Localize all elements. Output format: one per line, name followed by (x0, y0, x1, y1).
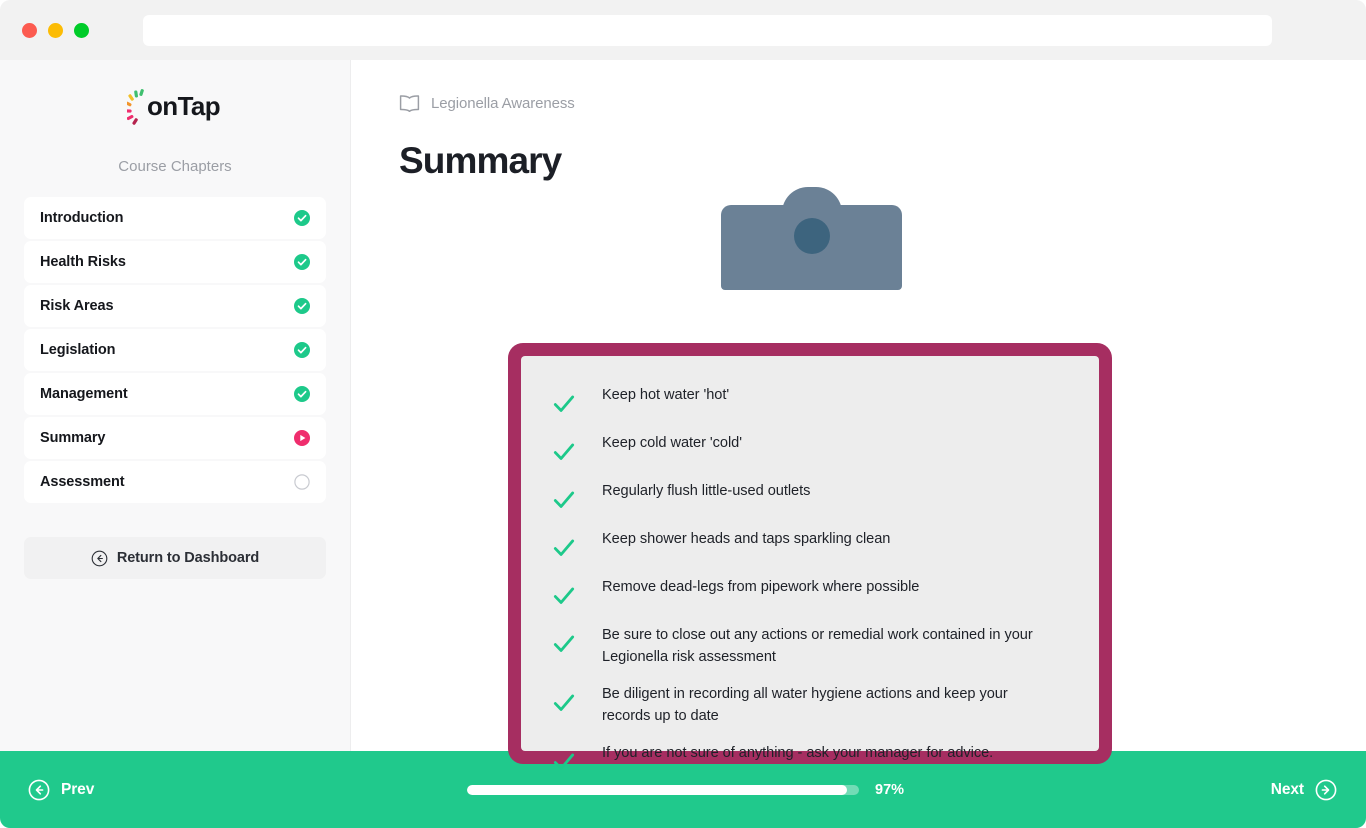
arrow-right-circle-icon (1315, 779, 1337, 800)
checkmark-icon (553, 694, 575, 711)
check-circle-icon (294, 210, 310, 226)
checklist-item: Keep hot water 'hot' (551, 384, 1069, 417)
checklist-item-text: Be diligent in recording all water hygie… (602, 686, 1008, 724)
clipboard-board: Keep hot water 'hot' Keep cold water 'col… (508, 343, 1112, 770)
return-to-dashboard-button[interactable]: Return to Dashboard (24, 537, 326, 579)
checklist-item: Be diligent in recording all water hygie… (551, 683, 1069, 727)
chapter-item-label: Risk Areas (40, 298, 114, 314)
checklist-item-text: Be sure to close out any actions or reme… (602, 627, 1033, 665)
check-circle-icon (294, 254, 310, 270)
checklist-item: Regularly flush little-used outlets (551, 480, 1069, 513)
sidebar: onTap Course Chapters Introduction Health… (0, 60, 350, 751)
close-window-button[interactable] (22, 22, 37, 38)
checklist-item-text: Remove dead-legs from pipework where pos… (602, 579, 920, 595)
progress-indicator: 97% (467, 782, 904, 798)
checkmark-icon (553, 395, 575, 412)
clipboard-illustration: Keep hot water 'hot' Keep cold water 'col… (351, 187, 1366, 770)
arrow-left-circle-icon (28, 779, 50, 800)
main-content: Legionella Awareness Summary Keep hot wa… (350, 60, 1366, 770)
check-circle-icon (294, 386, 310, 402)
chapter-item-introduction[interactable]: Introduction (24, 197, 326, 239)
checklist-item-text: Keep hot water 'hot' (602, 387, 730, 403)
checklist-item-text: Regularly flush little-used outlets (602, 483, 811, 499)
checklist-item: Keep cold water 'cold' (551, 432, 1069, 465)
checklist-item-text: Keep shower heads and taps sparkling cle… (602, 531, 891, 547)
checkmark-icon (553, 635, 575, 652)
checkmark-icon (553, 587, 575, 604)
checklist-item-text: Keep cold water 'cold' (602, 435, 742, 451)
progress-percent-label: 97% (875, 781, 905, 798)
chapter-item-legislation[interactable]: Legislation (24, 329, 326, 371)
return-to-dashboard-label: Return to Dashboard (116, 550, 260, 566)
minimize-window-button[interactable] (48, 22, 63, 38)
chapter-list: Introduction Health Risks Risk Areas Legisl… (0, 197, 350, 503)
window-controls (22, 22, 89, 38)
browser-chrome (0, 0, 1366, 60)
app-body: onTap Course Chapters Introduction Health… (0, 60, 1366, 770)
page-title: Summary (399, 140, 562, 181)
next-button[interactable]: Next (1271, 779, 1337, 801)
checklist-item-text: If you are not sure of anything - ask yo… (602, 745, 994, 761)
checklist-item: Keep shower heads and taps sparkling cle… (551, 528, 1069, 561)
maximize-window-button[interactable] (74, 22, 89, 38)
chapter-item-label: Health Risks (40, 254, 126, 270)
checklist-item: Be sure to close out any actions or reme… (551, 624, 1069, 668)
checklist-item: If you are not sure of anything - ask yo… (551, 742, 1069, 775)
chapter-item-label: Management (40, 386, 128, 402)
logo-text: onTap (147, 91, 221, 121)
chapter-item-label: Summary (40, 430, 106, 446)
checklist: Keep hot water 'hot' Keep cold water 'col… (521, 356, 1099, 770)
prev-label: Prev (61, 780, 95, 798)
prev-button[interactable]: Prev (28, 779, 94, 801)
checkmark-icon (553, 753, 575, 770)
chapter-item-label: Introduction (40, 210, 124, 226)
chapter-item-risk-areas[interactable]: Risk Areas (24, 285, 326, 327)
address-bar-input[interactable] (143, 14, 1272, 46)
check-circle-icon (294, 298, 310, 314)
chapter-item-label: Legislation (40, 342, 116, 358)
chapter-item-health-risks[interactable]: Health Risks (24, 241, 326, 283)
arrow-left-circle-icon (91, 550, 108, 566)
chapter-item-assessment[interactable]: Assessment (24, 461, 326, 503)
checkmark-icon (553, 491, 575, 508)
chapter-item-label: Assessment (40, 474, 125, 490)
chapter-item-summary[interactable]: Summary (24, 417, 326, 459)
progress-bar-fill (467, 784, 848, 795)
play-circle-icon (294, 430, 310, 446)
logo-rays-icon (127, 89, 144, 125)
next-label: Next (1270, 780, 1304, 798)
sidebar-section-title: Course Chapters (118, 158, 232, 175)
checkmark-icon (553, 539, 575, 556)
chapter-item-management[interactable]: Management (24, 373, 326, 415)
breadcrumb-label: Legionella Awareness (431, 94, 575, 112)
checklist-item: Remove dead-legs from pipework where pos… (551, 576, 1069, 609)
logo: onTap (0, 86, 350, 132)
book-icon (399, 95, 420, 112)
breadcrumb[interactable]: Legionella Awareness (399, 94, 1366, 112)
check-circle-icon (294, 342, 310, 358)
clipboard-clip-hole (794, 218, 830, 254)
empty-circle-icon (294, 474, 310, 490)
checkmark-icon (553, 443, 575, 460)
progress-bar-track[interactable] (467, 784, 859, 795)
